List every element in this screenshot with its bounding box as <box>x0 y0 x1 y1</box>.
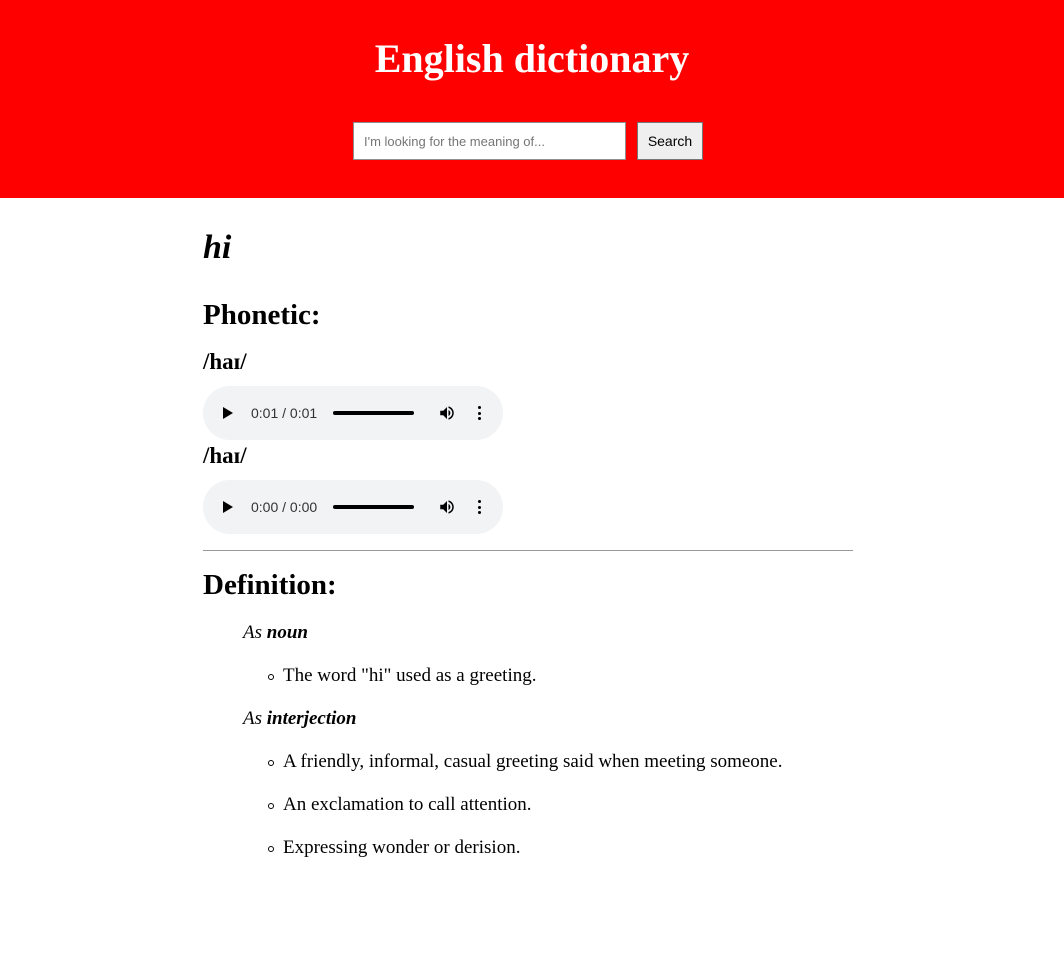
bullet-icon <box>268 760 274 766</box>
volume-icon[interactable] <box>438 498 456 516</box>
app-title: English dictionary <box>374 36 690 81</box>
definition-item: An exclamation to call attention. <box>268 794 532 816</box>
audio-progress-slider[interactable] <box>333 411 414 415</box>
definition-text: The word "hi" used as a greeting. <box>283 665 537 686</box>
search-input[interactable] <box>353 122 626 160</box>
part-of-speech: As interjection <box>243 708 356 730</box>
definition-item: A friendly, informal, casual greeting sa… <box>268 751 783 773</box>
pos-name: interjection <box>266 708 357 729</box>
audio-time: 0:00 / 0:00 <box>251 499 318 515</box>
pos-prefix: As <box>243 708 262 729</box>
play-icon[interactable] <box>223 501 233 513</box>
definition-item: The word "hi" used as a greeting. <box>268 665 537 687</box>
header: English dictionary Search <box>0 0 1064 198</box>
definition-text: An exclamation to call attention. <box>283 794 532 815</box>
part-of-speech: As noun <box>243 622 308 644</box>
bullet-icon <box>268 674 274 680</box>
phonetic-text: /haɪ/ <box>203 443 247 468</box>
audio-time: 0:01 / 0:01 <box>251 405 318 421</box>
volume-icon[interactable] <box>438 404 456 422</box>
pos-name: noun <box>266 622 308 643</box>
definition-text: A friendly, informal, casual greeting sa… <box>283 751 783 772</box>
word-title: hi <box>203 229 232 266</box>
divider <box>203 550 853 551</box>
phonetic-text: /haɪ/ <box>203 349 247 374</box>
audio-player[interactable]: 0:01 / 0:01 <box>203 386 503 440</box>
more-options-icon[interactable] <box>478 500 482 514</box>
bullet-icon <box>268 803 274 809</box>
search-bar: Search <box>353 122 703 160</box>
more-options-icon[interactable] <box>478 406 482 420</box>
definition-item: Expressing wonder or derision. <box>268 837 521 859</box>
play-icon[interactable] <box>223 407 233 419</box>
definition-heading: Definition: <box>203 569 337 601</box>
search-button[interactable]: Search <box>637 122 703 160</box>
pos-prefix: As <box>243 622 262 643</box>
audio-player[interactable]: 0:00 / 0:00 <box>203 480 503 534</box>
definition-text: Expressing wonder or derision. <box>283 837 521 858</box>
audio-progress-slider[interactable] <box>333 505 414 509</box>
phonetic-heading: Phonetic: <box>203 299 321 331</box>
bullet-icon <box>268 846 274 852</box>
